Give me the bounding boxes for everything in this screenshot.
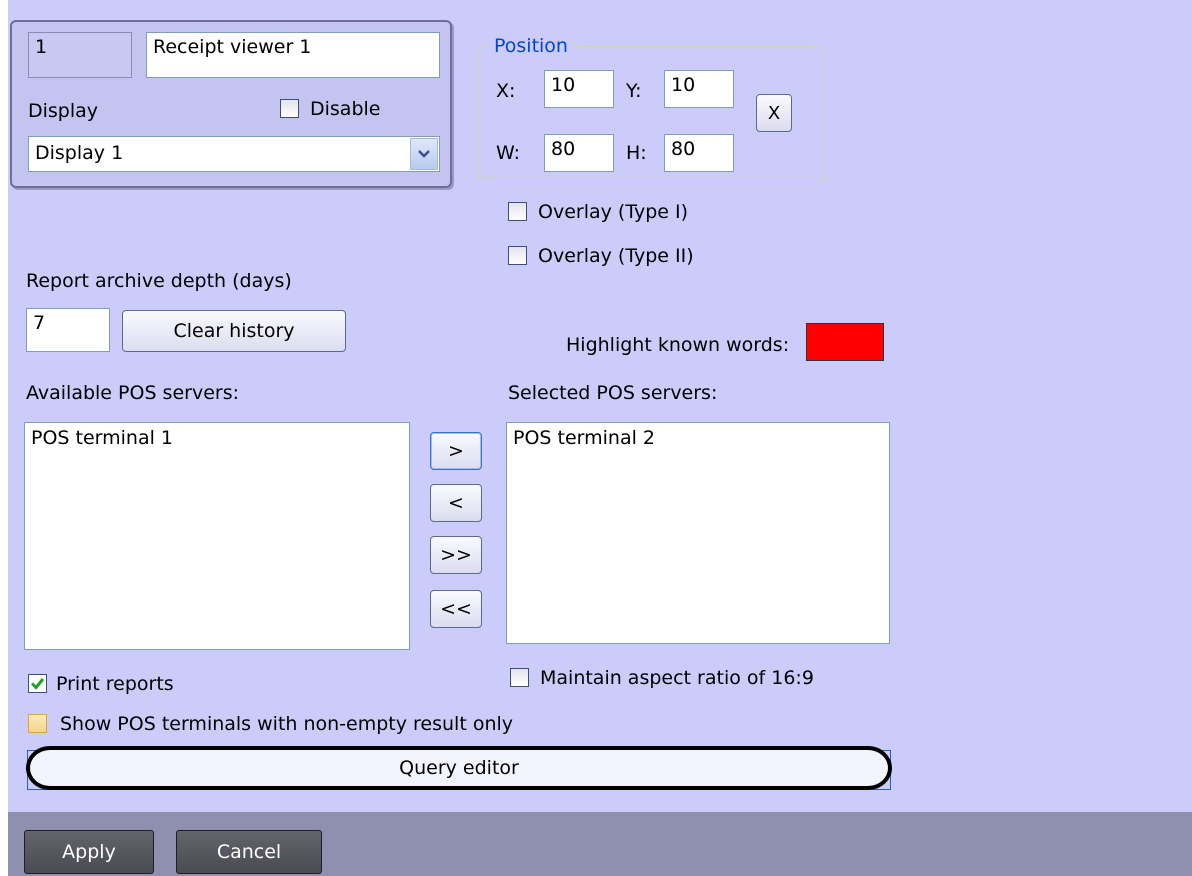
move-all-left-button[interactable]: << — [430, 590, 482, 628]
selected-servers-label: Selected POS servers: — [508, 382, 718, 404]
list-item[interactable]: POS terminal 2 — [513, 427, 883, 449]
x-label: X: — [496, 80, 516, 102]
disable-label: Disable — [310, 98, 381, 120]
cancel-button[interactable]: Cancel — [176, 830, 322, 874]
print-reports-label: Print reports — [56, 673, 174, 695]
y-label: Y: — [626, 80, 642, 102]
aspect-ratio-label: Maintain aspect ratio of 16:9 — [540, 667, 814, 689]
available-servers-label: Available POS servers: — [26, 382, 239, 404]
w-label: W: — [496, 142, 521, 164]
position-legend: Position — [490, 36, 572, 56]
archive-depth-label: Report archive depth (days) — [26, 270, 292, 292]
overlay-type1-checkbox[interactable] — [508, 202, 527, 221]
y-input[interactable]: 10 — [664, 70, 734, 108]
print-reports-checkbox[interactable] — [28, 674, 47, 693]
move-left-button[interactable]: < — [430, 484, 482, 522]
viewer-name-input[interactable]: Receipt viewer 1 — [146, 32, 440, 78]
aspect-ratio-checkbox[interactable] — [510, 668, 529, 687]
disable-checkbox[interactable] — [280, 99, 299, 118]
non-empty-label: Show POS terminals with non-empty result… — [60, 713, 514, 735]
chevron-down-icon[interactable] — [410, 138, 438, 170]
overlay-type2-checkbox[interactable] — [508, 246, 527, 265]
overlay-type2-label: Overlay (Type II) — [538, 245, 694, 267]
move-all-right-button[interactable]: >> — [430, 536, 482, 574]
h-label: H: — [626, 142, 647, 164]
archive-depth-input[interactable]: 7 — [26, 308, 110, 352]
display-label: Display — [28, 100, 99, 122]
highlight-color-swatch[interactable] — [806, 323, 884, 361]
h-input[interactable]: 80 — [664, 134, 734, 172]
apply-button[interactable]: Apply — [24, 830, 154, 874]
non-empty-checkbox[interactable] — [28, 714, 47, 733]
query-editor-button[interactable]: Query editor — [26, 746, 892, 790]
display-select[interactable]: Display 1 — [28, 136, 440, 172]
selected-servers-list[interactable]: POS terminal 2 — [506, 422, 890, 644]
viewer-id-field[interactable]: 1 — [28, 32, 132, 78]
list-item[interactable]: POS terminal 1 — [31, 427, 403, 449]
clear-history-button[interactable]: Clear history — [122, 310, 346, 352]
available-servers-list[interactable]: POS terminal 1 — [24, 422, 410, 650]
move-right-button[interactable]: > — [430, 432, 482, 470]
x-input[interactable]: 10 — [544, 70, 614, 108]
w-input[interactable]: 80 — [544, 134, 614, 172]
checkmark-icon — [30, 678, 45, 690]
highlight-label: Highlight known words: — [566, 334, 790, 356]
reset-position-button[interactable]: X — [756, 94, 792, 132]
display-select-value: Display 1 — [35, 142, 124, 164]
overlay-type1-label: Overlay (Type I) — [538, 201, 689, 223]
